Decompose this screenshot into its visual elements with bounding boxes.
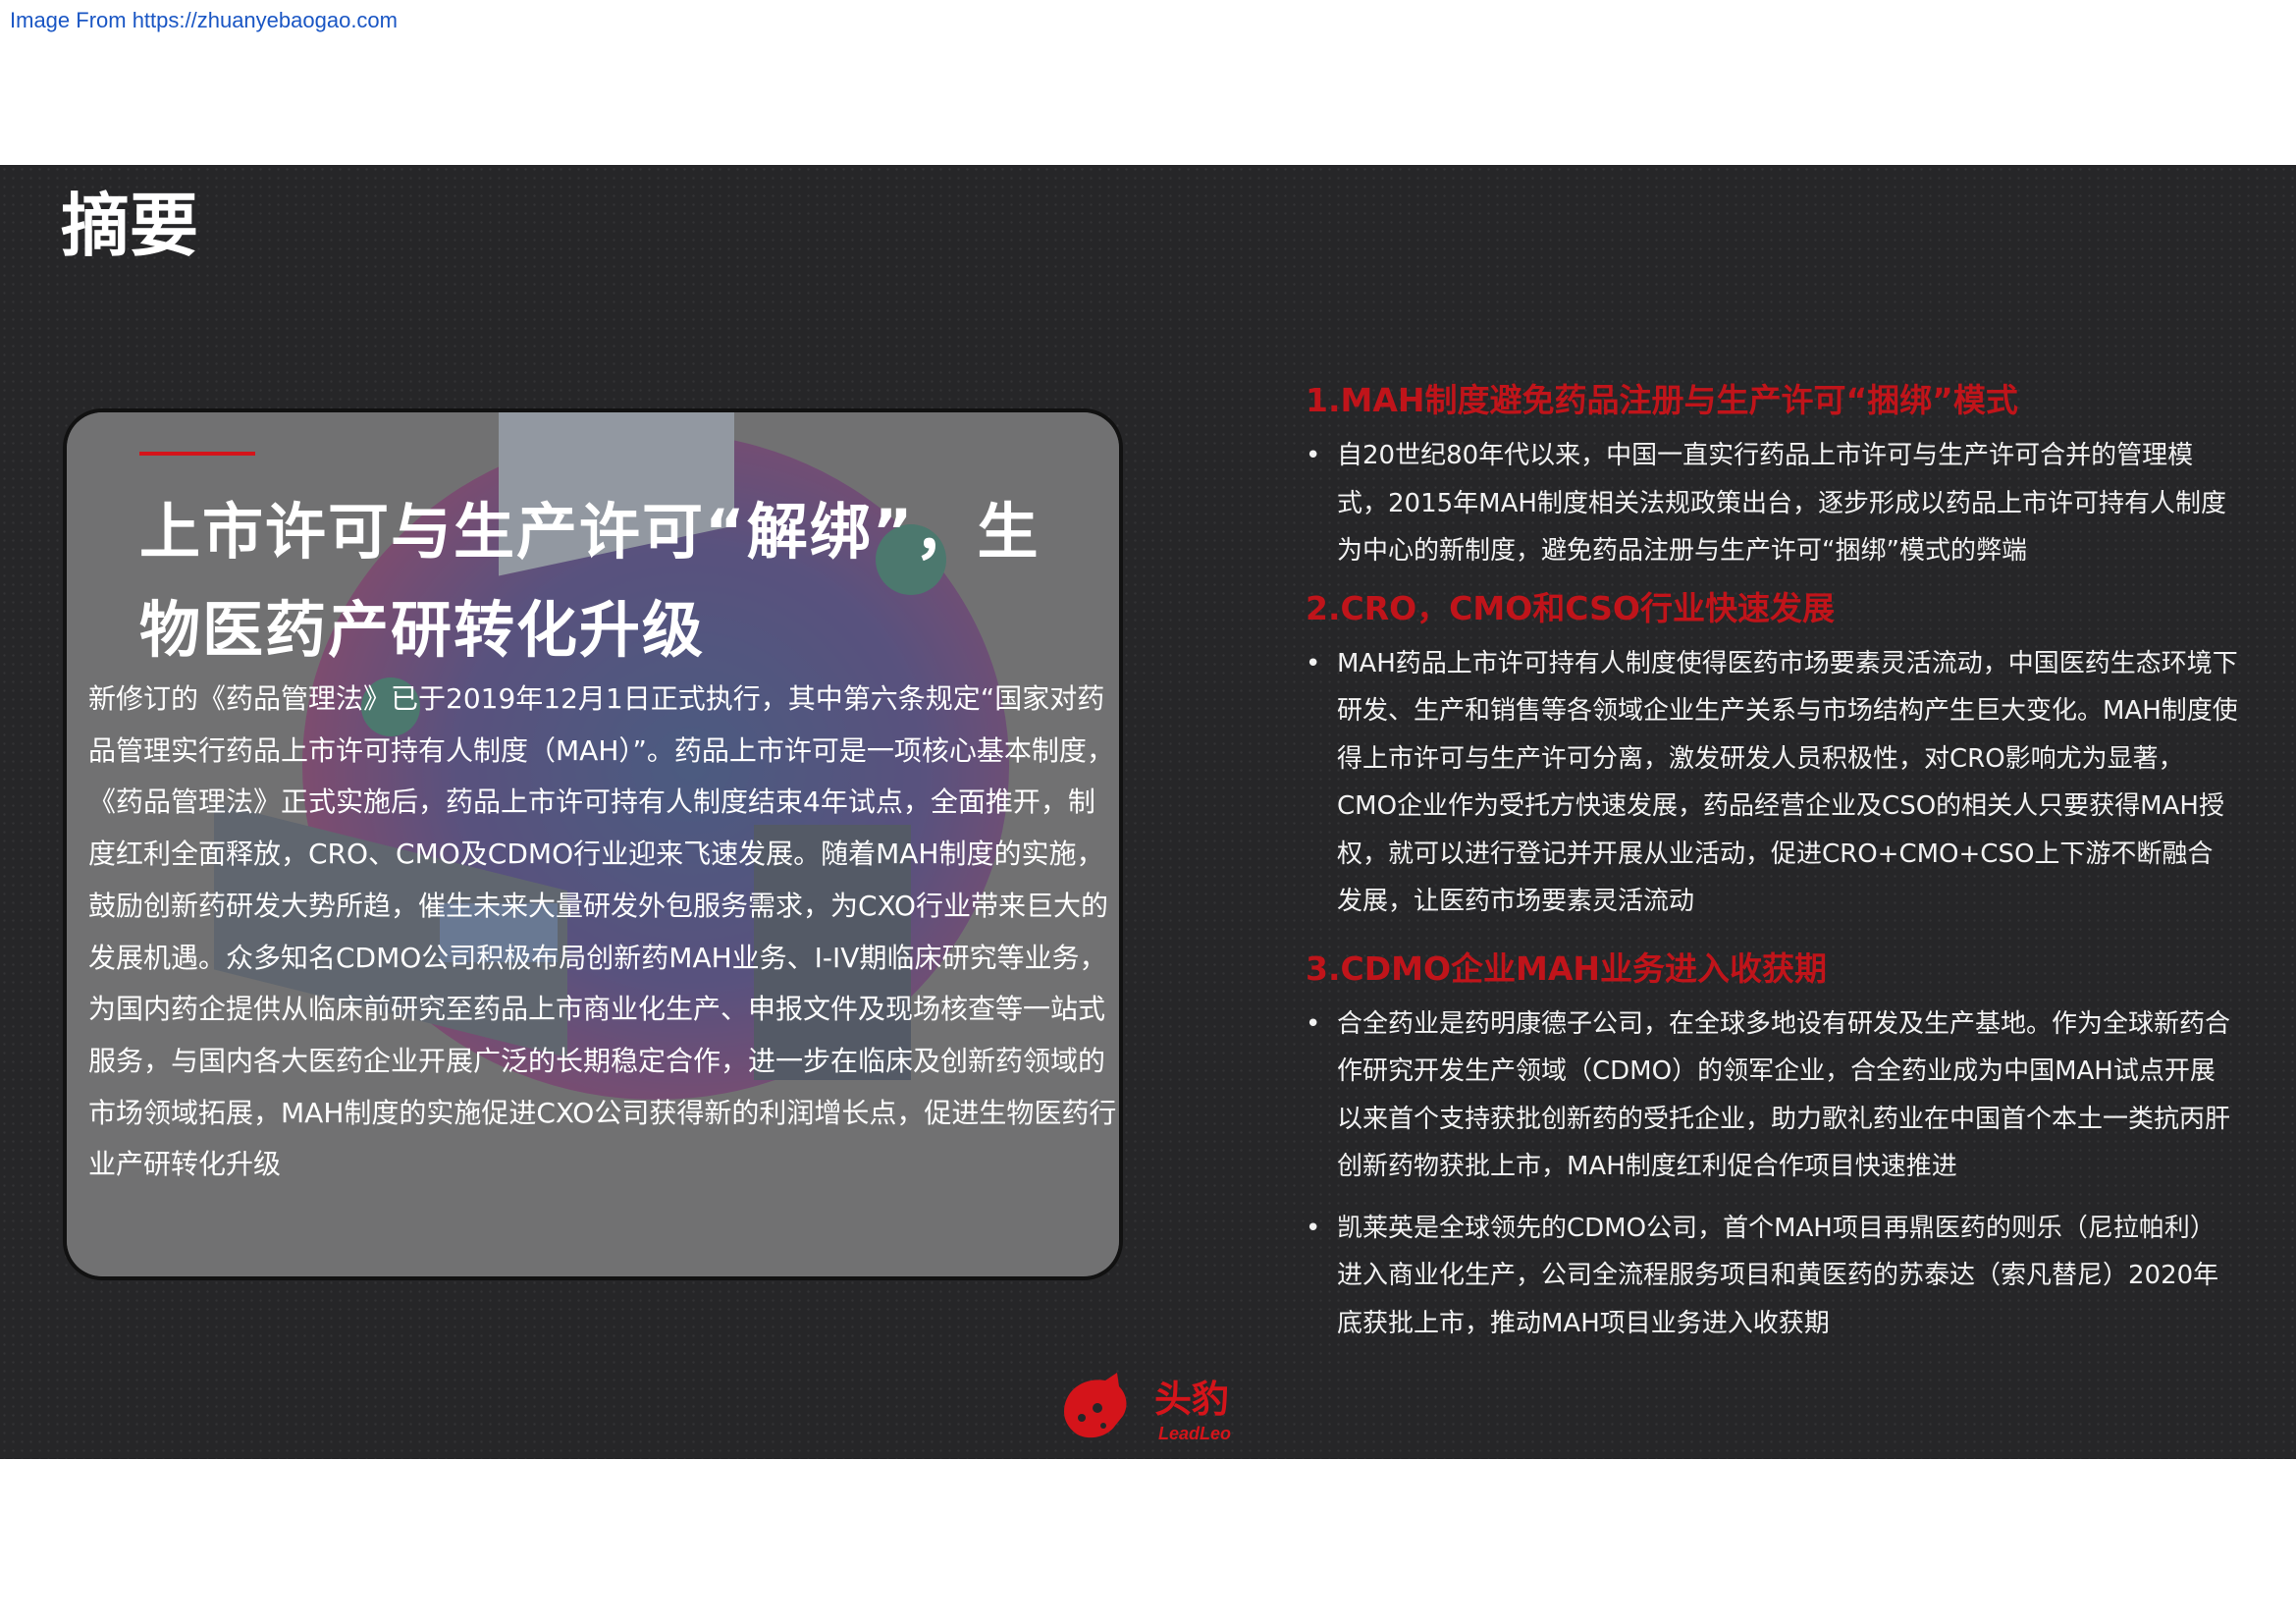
- card-body: 新修订的《药品管理法》已于2019年12月1日正式执行，其中第六条规定“国家对药…: [88, 682, 1117, 1181]
- card-headline: 上市许可与生产许可“解绑”，生物医药产研转化升级: [139, 496, 1041, 666]
- bullet-dot-icon: •: [1306, 1008, 1321, 1039]
- bullet-item: • 凯莱英是全球领先的CDMO公司，首个MAH项目再鼎医药的则乐（尼拉帕利）进入…: [1306, 1205, 2238, 1348]
- section-2: 2.CRO，CMO和CSO行业快速发展 • MAH药品上市许可持有人制度使得医药…: [1306, 587, 2238, 926]
- bullet-text: 自20世纪80年代以来，中国一直实行药品上市许可与生产许可合并的管理模式，201…: [1337, 441, 2226, 566]
- section-title: 2.CRO，CMO和CSO行业快速发展: [1306, 588, 1835, 627]
- key-points: 1.MAH制度避免药品注册与生产许可“捆绑”模式 • 自20世纪80年代以来，中…: [1306, 379, 2238, 1347]
- bullet-text: MAH药品上市许可持有人制度使得医药市场要素灵活流动，中国医药生态环境下研发、生…: [1337, 648, 2238, 917]
- summary-card: 上市许可与生产许可“解绑”，生物医药产研转化升级 新修订的《药品管理法》已于20…: [67, 412, 1119, 1276]
- bullet-item: • MAH药品上市许可持有人制度使得医药市场要素灵活流动，中国医药生态环境下研发…: [1306, 640, 2238, 926]
- bullet-item: • 自20世纪80年代以来，中国一直实行药品上市许可与生产许可合并的管理模式，2…: [1306, 432, 2238, 575]
- leadleo-logo: 头豹 LeadLeo: [1064, 1373, 1231, 1443]
- leopard-head-icon: [1064, 1373, 1127, 1438]
- slide: 摘要 上市许可与生产许可“解绑”，生物医药产研转化升级 新修订的《药品管理法》已…: [0, 165, 2296, 1459]
- section-3: 3.CDMO企业MAH业务进入收获期 • 合全药业是药明康德子公司，在全球多地设…: [1306, 947, 2238, 1348]
- logo-cn-text: 头豹: [1154, 1378, 1229, 1421]
- section-title: 1.MAH制度避免药品注册与生产许可“捆绑”模式: [1306, 381, 2018, 419]
- logo-en-text: LeadLeo: [1158, 1424, 1231, 1443]
- bullet-dot-icon: •: [1306, 441, 1321, 470]
- bullet-item: • 合全药业是药明康德子公司，在全球多地设有研发及生产基地。作为全球新药合作研究…: [1306, 1001, 2238, 1191]
- source-link[interactable]: Image From https://zhuanyebaogao.com: [10, 8, 398, 33]
- page-title: 摘要: [61, 186, 198, 266]
- bullet-text: 合全药业是药明康德子公司，在全球多地设有研发及生产基地。作为全球新药合作研究开发…: [1337, 1008, 2231, 1182]
- bullet-dot-icon: •: [1306, 648, 1321, 678]
- bullet-text: 凯莱英是全球领先的CDMO公司，首个MAH项目再鼎医药的则乐（尼拉帕利）进入商业…: [1337, 1213, 2219, 1338]
- section-1: 1.MAH制度避免药品注册与生产许可“捆绑”模式 • 自20世纪80年代以来，中…: [1306, 379, 2238, 575]
- accent-rule: [139, 452, 255, 456]
- section-title: 3.CDMO企业MAH业务进入收获期: [1306, 948, 1827, 988]
- bullet-dot-icon: •: [1306, 1213, 1321, 1243]
